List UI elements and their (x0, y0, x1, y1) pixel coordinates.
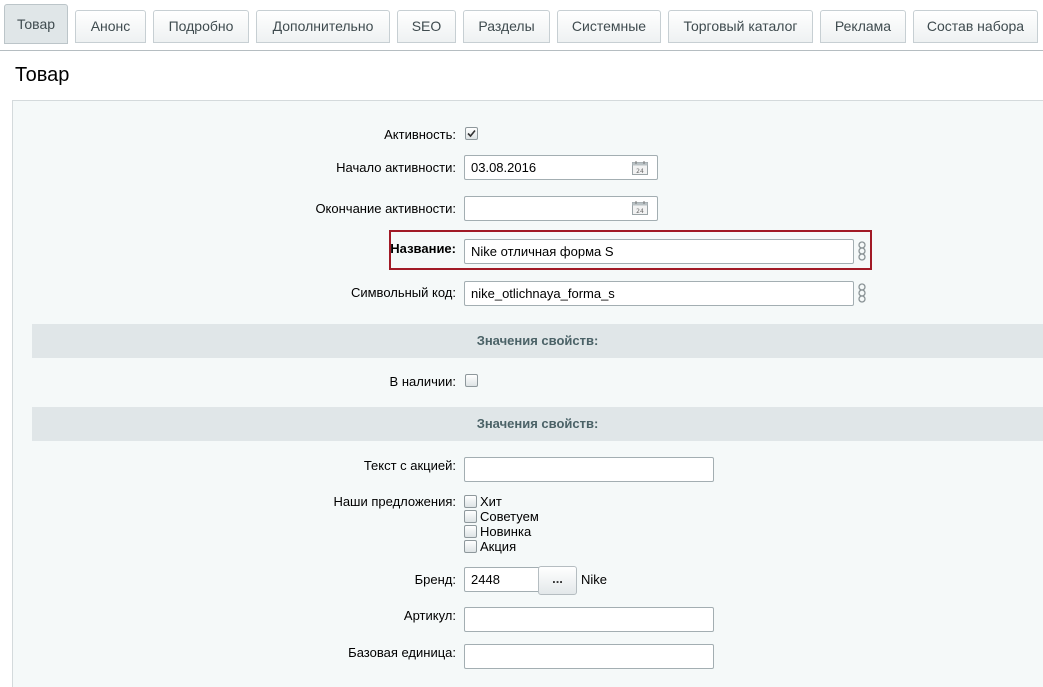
active-checkbox[interactable] (465, 127, 478, 140)
tab-sections[interactable]: Разделы (463, 10, 550, 43)
name-label: Название: (390, 241, 456, 256)
promo-text-input[interactable] (464, 457, 714, 482)
tab-product[interactable]: Товар (4, 4, 68, 44)
brand-name: Nike (581, 572, 608, 587)
tab-trade-catalog[interactable]: Торговый каталог (668, 10, 813, 43)
calendar-icon[interactable]: 24 (632, 161, 648, 175)
calendar-icon[interactable]: 24 (632, 201, 648, 215)
check-icon (467, 129, 476, 138)
name-input[interactable]: Nike отличная форма S (464, 239, 854, 264)
code-label: Символьный код: (350, 285, 456, 300)
end-date-label: Окончание активности: (315, 201, 456, 216)
brand-label: Бренд: (414, 572, 456, 587)
offer-option-label: Советуем (480, 509, 539, 524)
offer-option-label: Хит (480, 494, 502, 509)
tab-bar: Товар Анонс Подробно Дополнительно SEO Р… (0, 0, 1043, 51)
brand-id-input[interactable]: 2448 (464, 567, 540, 592)
article-input[interactable] (464, 607, 714, 632)
transliterate-link-icon[interactable] (857, 282, 867, 304)
promo-text-label: Текст с акцией: (363, 458, 456, 473)
tab-details[interactable]: Подробно (153, 10, 249, 43)
offer-checkbox[interactable] (464, 525, 477, 538)
tab-advertising[interactable]: Реклама (820, 10, 906, 43)
svg-text:24: 24 (636, 168, 644, 175)
end-date-input[interactable] (464, 196, 658, 221)
article-label: Артикул: (403, 608, 456, 623)
offer-option-label: Акция (480, 539, 517, 554)
tab-seo[interactable]: SEO (397, 10, 456, 43)
form-panel (12, 100, 1043, 687)
offer-checkbox[interactable] (464, 540, 477, 553)
page-title: Товар (15, 64, 70, 86)
base-unit-label: Базовая единица: (348, 645, 456, 660)
start-date-input[interactable]: 03.08.2016 (464, 155, 658, 180)
svg-text:24: 24 (636, 208, 644, 215)
code-input[interactable]: nike_otlichnaya_forma_s (464, 281, 854, 306)
tab-system[interactable]: Системные (557, 10, 661, 43)
properties-section-header: Значения свойств: (32, 324, 1043, 358)
offer-option-label: Новинка (480, 524, 532, 539)
tab-additional[interactable]: Дополнительно (256, 10, 390, 43)
in-stock-checkbox[interactable] (465, 374, 478, 387)
active-label: Активность: (384, 127, 456, 142)
transliterate-link-icon[interactable] (857, 240, 867, 262)
start-date-label: Начало активности: (336, 160, 456, 175)
tab-set-composition[interactable]: Состав набора (913, 10, 1038, 43)
brand-select-button[interactable]: ... (538, 566, 577, 595)
offer-checkbox[interactable] (464, 510, 477, 523)
properties-section-header: Значения свойств: (32, 407, 1043, 441)
base-unit-input[interactable] (464, 644, 714, 669)
in-stock-label: В наличии: (389, 374, 456, 389)
offer-checkbox[interactable] (464, 495, 477, 508)
tab-announce[interactable]: Анонс (75, 10, 146, 43)
offers-label: Наши предложения: (333, 494, 456, 509)
